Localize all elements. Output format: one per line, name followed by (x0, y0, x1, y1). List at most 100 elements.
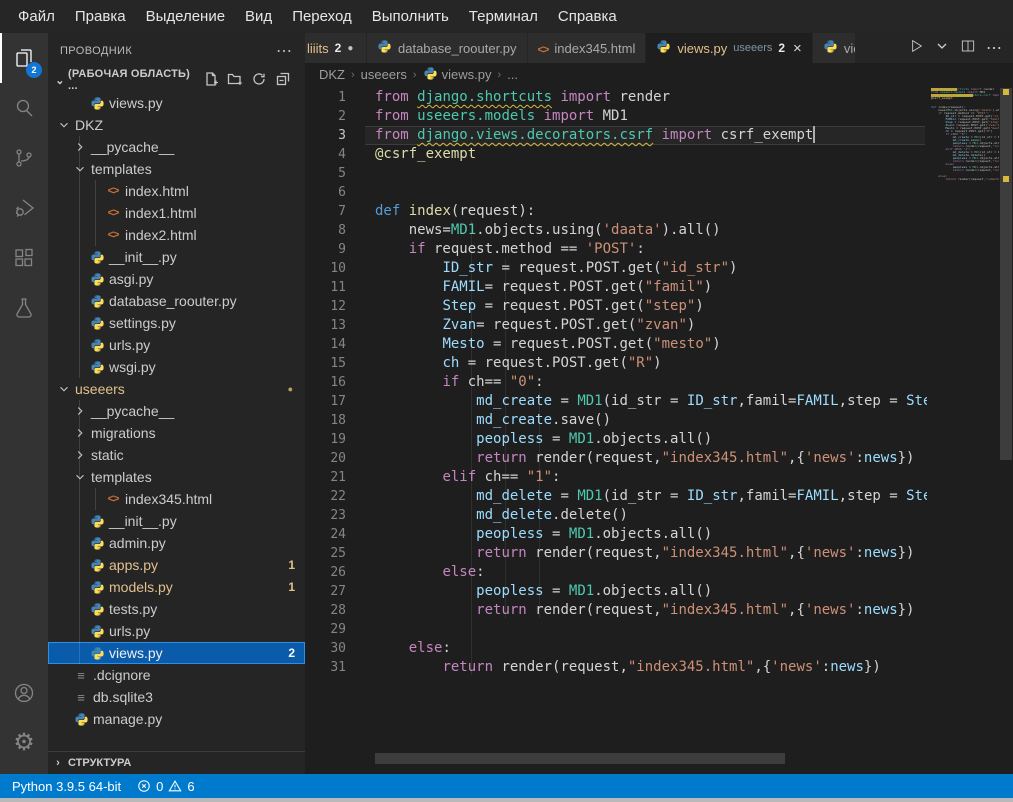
tree-item-index1.html[interactable]: <>index1.html (48, 202, 305, 224)
explorer-icon[interactable]: 2 (0, 33, 48, 83)
minimap[interactable]: from django.shortcuts import renderfrom … (927, 86, 999, 774)
tree-item-useeers[interactable]: useeers● (48, 378, 305, 400)
problems-status[interactable]: 0 6 (137, 779, 194, 794)
menu-item-Правка[interactable]: Правка (65, 0, 136, 33)
sidebar-more-icon[interactable]: ⋯ (276, 41, 293, 61)
settings-icon[interactable]: ⚙ (0, 718, 48, 768)
tree-item-models.py[interactable]: models.py1 (48, 576, 305, 598)
code-token: : (476, 564, 484, 580)
code-token: MD1 (577, 488, 602, 504)
warning-icon (168, 779, 182, 793)
tree-item-index2.html[interactable]: <>index2.html (48, 224, 305, 246)
new-file-icon[interactable] (203, 71, 219, 90)
run-debug-icon[interactable] (0, 183, 48, 233)
tab-views.py[interactable]: views.pyuseeers2× (646, 33, 812, 63)
workspace-section-header[interactable]: ⌄ (РАБОЧАЯ ОБЛАСТЬ) ... (48, 68, 305, 92)
tab-label: liiits (307, 41, 329, 56)
tree-item-views.py[interactable]: views.py (48, 92, 305, 114)
tree-item-db.sqlite3[interactable]: ≡db.sqlite3 (48, 686, 305, 708)
tree-item-admin.py[interactable]: admin.py (48, 532, 305, 554)
vertical-scrollbar[interactable] (999, 86, 1013, 774)
tree-item-__init__.py[interactable]: __init__.py (48, 510, 305, 532)
line-number: 17 (305, 392, 365, 411)
tree-item-index.html[interactable]: <>index.html (48, 180, 305, 202)
minimap-warning-mark (931, 88, 957, 91)
tree-item-migrations[interactable]: migrations (48, 422, 305, 444)
tree-item-__pycache__[interactable]: __pycache__ (48, 136, 305, 158)
breadcrumb-item-DKZ[interactable]: DKZ (319, 67, 345, 82)
tab-database_roouter.py[interactable]: database_roouter.py (367, 33, 528, 63)
more-actions-icon[interactable]: ⋯ (986, 38, 1003, 58)
tree-item-database_roouter.py[interactable]: database_roouter.py (48, 290, 305, 312)
breadcrumb[interactable]: DKZ›useeers›views.py›... (305, 63, 1013, 86)
tab-index345.html[interactable]: <>index345.html (528, 33, 647, 63)
tree-item-DKZ[interactable]: DKZ (48, 114, 305, 136)
line-number: 27 (305, 582, 365, 601)
close-icon[interactable]: × (793, 40, 802, 57)
tree-item-__init__.py[interactable]: __init__.py (48, 246, 305, 268)
menu-item-Переход[interactable]: Переход (282, 0, 362, 33)
tree-item-manage.py[interactable]: manage.py (48, 708, 305, 730)
tab-vie[interactable]: vie (813, 33, 855, 63)
horizontal-scrollbar[interactable] (375, 753, 785, 764)
tree-item-tests.py[interactable]: tests.py (48, 598, 305, 620)
tree-item-wsgi.py[interactable]: wsgi.py (48, 356, 305, 378)
code-text (365, 164, 375, 183)
python-interpreter-status[interactable]: Python 3.9.5 64-bit (12, 779, 121, 794)
tree-item-templates[interactable]: templates (48, 158, 305, 180)
tree-item-urls.py[interactable]: urls.py (48, 620, 305, 642)
source-control-icon[interactable] (0, 133, 48, 183)
tree-item-settings.py[interactable]: settings.py (48, 312, 305, 334)
tree-item-.dcignore[interactable]: ≡.dcignore (48, 664, 305, 686)
tree-item-apps.py[interactable]: apps.py1 (48, 554, 305, 576)
refresh-icon[interactable] (251, 71, 267, 90)
code-token: : (855, 602, 863, 618)
tree-item-asgi.py[interactable]: asgi.py (48, 268, 305, 290)
code-line-16: 16 if ch== "0": (305, 373, 1013, 392)
chevron-right-icon (72, 448, 88, 462)
python-file-icon (88, 96, 106, 111)
tab-liiits[interactable]: liiits2● (305, 33, 367, 63)
file-label: useeers (75, 381, 125, 397)
code-token: .delete() (552, 507, 628, 523)
menu-item-Выполнить[interactable]: Выполнить (362, 0, 459, 33)
code-token: }) (898, 545, 915, 561)
menu-item-Вид[interactable]: Вид (235, 0, 282, 33)
scrollbar-thumb[interactable] (1000, 88, 1012, 460)
line-number: 10 (305, 259, 365, 278)
tree-item-templates[interactable]: templates (48, 466, 305, 488)
code-line-26: 26 else: (305, 563, 1013, 582)
tree-item-static[interactable]: static (48, 444, 305, 466)
tree-item-index345.html[interactable]: <>index345.html (48, 488, 305, 510)
collapse-all-icon[interactable] (275, 71, 291, 90)
run-icon[interactable] (908, 38, 924, 59)
testing-icon[interactable] (0, 283, 48, 333)
code-line-9: 9 if request.method == 'POST': (305, 240, 1013, 259)
python-file-icon (88, 338, 106, 353)
run-dropdown-icon[interactable] (934, 38, 950, 59)
menu-item-Терминал[interactable]: Терминал (459, 0, 548, 33)
tree-indent-guide (79, 400, 80, 664)
code-token: : (636, 241, 644, 257)
menu-item-Выделение[interactable]: Выделение (136, 0, 235, 33)
code-token: Mesto (442, 336, 484, 352)
code-token: ID_str (687, 488, 738, 504)
menu-item-Файл[interactable]: Файл (8, 0, 65, 33)
tree-item-urls.py[interactable]: urls.py (48, 334, 305, 356)
code-text: md_delete.delete() (365, 506, 628, 525)
tree-item-__pycache__[interactable]: __pycache__ (48, 400, 305, 422)
extensions-icon[interactable] (0, 233, 48, 283)
account-icon[interactable] (0, 668, 48, 718)
breadcrumb-item-useeers[interactable]: useeers (361, 67, 407, 82)
code-editor[interactable]: 1from django.shortcuts import render2fro… (305, 86, 1013, 774)
split-editor-icon[interactable] (960, 38, 976, 59)
breadcrumb-item-...[interactable]: ... (507, 67, 518, 82)
menu-item-Справка[interactable]: Справка (548, 0, 627, 33)
tree-item-views.py[interactable]: views.py2 (48, 642, 305, 664)
breadcrumb-item-views.py[interactable]: views.py (423, 66, 492, 84)
outline-section-header[interactable]: › СТРУКТУРА (48, 751, 305, 774)
code-token: "index345.html" (628, 659, 754, 675)
new-folder-icon[interactable] (227, 71, 243, 90)
code-line-1: 1from django.shortcuts import render (305, 88, 1013, 107)
search-icon[interactable] (0, 83, 48, 133)
